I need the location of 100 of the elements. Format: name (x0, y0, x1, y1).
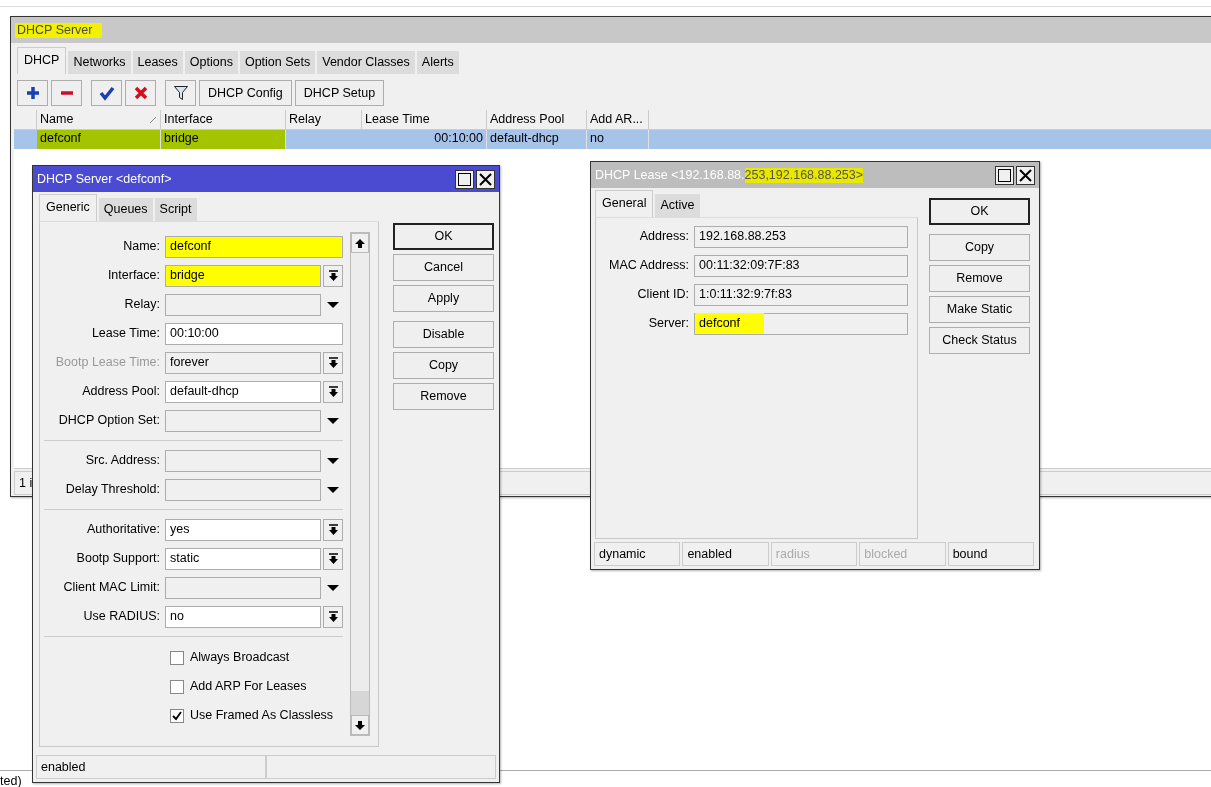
dropdown-button[interactable] (323, 605, 343, 628)
dropdown-button[interactable] (323, 518, 343, 541)
tab[interactable]: Vendor Classes (317, 51, 415, 74)
input-field[interactable]: 00:10:00 (165, 322, 343, 345)
field-label: Src. Address: (84, 453, 161, 468)
arrow-down-icon (355, 720, 365, 730)
table-cell: bridge (161, 130, 286, 149)
tab[interactable]: Alerts (416, 51, 459, 74)
combo-field[interactable]: bridge (165, 264, 321, 287)
dropdown-icon[interactable] (327, 301, 339, 308)
arrow-down-icon (327, 356, 339, 369)
status-text: enabled (36, 755, 266, 779)
arrow-up-icon (355, 238, 365, 248)
status-text: ted) (0, 774, 22, 787)
checkbox-label: Always Broadcast (190, 650, 290, 665)
checkbox-label: Add ARP For Leases (190, 679, 307, 694)
field-label: Lease Time: (90, 326, 161, 341)
close-button[interactable] (1016, 165, 1035, 185)
tab[interactable]: Script (154, 198, 197, 221)
field-label: Name: (122, 239, 161, 254)
field-value: 192.168.88.253 (699, 229, 786, 244)
field-label: Interface: (106, 268, 161, 283)
check-button[interactable] (91, 80, 122, 106)
dialog-button[interactable]: Copy (393, 352, 494, 379)
status-text: radius (770, 542, 858, 566)
arrow-down-icon (327, 552, 339, 565)
input-field[interactable]: defconf (165, 235, 343, 258)
add-icon (24, 85, 41, 101)
status-text: enabled (682, 542, 769, 566)
maximize-button[interactable] (995, 165, 1014, 185)
combo-field[interactable]: yes (165, 518, 321, 541)
dialog-button[interactable]: Cancel (393, 254, 494, 281)
checkbox[interactable] (170, 650, 184, 665)
combo-field[interactable]: default-dhcp (165, 380, 321, 403)
dropdown-field[interactable] (165, 576, 321, 599)
dropdown-button[interactable] (323, 264, 343, 287)
filter-button[interactable] (165, 80, 196, 106)
tab[interactable]: Leases (132, 51, 183, 74)
combo-field[interactable]: no (165, 605, 321, 628)
arrow-down-icon (327, 269, 339, 282)
window-title: DHCP Server <defconf> (37, 171, 172, 187)
dropdown-icon[interactable] (327, 584, 339, 591)
dialog-button[interactable]: Make Static (929, 296, 1030, 323)
close-icon (479, 172, 492, 186)
tab[interactable]: DHCP (17, 47, 67, 74)
dialog-button[interactable]: OK (929, 198, 1030, 225)
tab[interactable]: Option Sets (239, 51, 316, 74)
cross-button[interactable] (125, 80, 156, 106)
dialog-button[interactable]: Apply (393, 285, 494, 312)
dropdown-button[interactable] (323, 380, 343, 403)
field-label: Address Pool: (81, 384, 161, 399)
field-label: Server: (647, 316, 690, 331)
dialog-button[interactable]: Remove (393, 383, 494, 410)
dropdown-field[interactable] (165, 449, 321, 472)
dropdown-field[interactable] (165, 478, 321, 501)
combo-field[interactable]: static (165, 547, 321, 570)
maximize-icon (458, 172, 471, 186)
tab[interactable]: Generic (39, 194, 97, 221)
dropdown-icon[interactable] (327, 486, 339, 493)
remove-button[interactable] (51, 80, 82, 106)
status-text: 1 i (19, 475, 33, 491)
checkbox[interactable] (170, 679, 184, 694)
dialog-button[interactable]: Copy (929, 234, 1030, 261)
tab[interactable]: Active (655, 194, 700, 217)
field-label: Bootp Support: (75, 551, 161, 566)
dialog-button[interactable]: Remove (929, 265, 1030, 292)
sort-icon (149, 115, 157, 124)
dialog-button[interactable]: Disable (393, 321, 494, 348)
tab[interactable]: Networks (68, 51, 131, 74)
dropdown-icon[interactable] (327, 457, 339, 464)
dialog-button[interactable]: OK (393, 223, 494, 250)
scrollbar[interactable] (350, 232, 370, 736)
field-label: Bootp Lease Time: (54, 355, 161, 370)
status-text: bound (947, 542, 1035, 566)
window-title: 253,192.168.88.253> (744, 167, 864, 183)
tab[interactable]: Options (184, 51, 238, 74)
scroll-thumb[interactable] (351, 691, 369, 715)
checkbox[interactable] (170, 708, 184, 723)
field-label: Client MAC Limit: (62, 580, 161, 595)
table-cell: defconf (37, 130, 161, 149)
tab[interactable]: Queues (98, 198, 153, 221)
dropdown-button[interactable] (323, 547, 343, 570)
close-button[interactable] (476, 169, 495, 189)
table-row[interactable]: defconf bridge 00:10:00 default-dhcp no (14, 130, 1211, 149)
field-label: Delay Threshold: (64, 482, 161, 497)
maximize-button[interactable] (455, 169, 474, 189)
field-value: defconf (695, 313, 764, 334)
field-label: Use RADIUS: (82, 609, 161, 624)
toolbar-button[interactable]: DHCP Setup (294, 80, 385, 106)
field-value: 1:0:11:32:9:7f:83 (699, 287, 792, 302)
dropdown-button[interactable] (323, 351, 343, 374)
dropdown-field[interactable] (165, 409, 321, 432)
dialog-button[interactable]: Check Status (929, 327, 1030, 354)
tab[interactable]: General (595, 190, 654, 217)
field-label: Address: (638, 229, 690, 244)
arrow-down-icon (327, 610, 339, 623)
dropdown-field[interactable] (165, 293, 321, 316)
toolbar-button[interactable]: DHCP Config (199, 80, 292, 106)
dropdown-icon[interactable] (327, 417, 339, 424)
add-button[interactable] (17, 80, 48, 106)
